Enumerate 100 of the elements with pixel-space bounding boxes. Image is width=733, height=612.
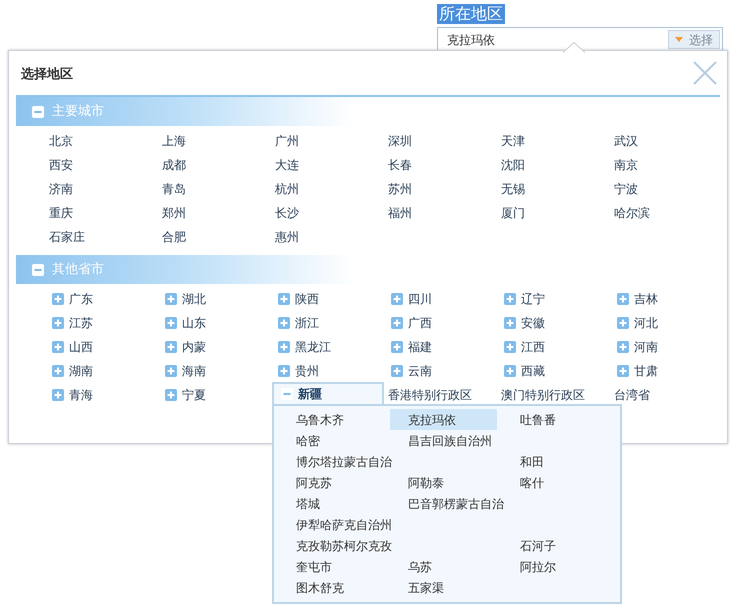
province-item[interactable]: 西藏 <box>504 362 545 380</box>
city-option[interactable]: 奎屯市 <box>296 556 332 577</box>
city-option[interactable]: 哈密 <box>296 430 320 451</box>
city-link[interactable]: 长春 <box>388 156 412 174</box>
city-option[interactable]: 乌鲁木齐 <box>296 409 344 430</box>
city-option[interactable]: 吐鲁番 <box>520 409 556 430</box>
city-link[interactable]: 南京 <box>614 156 638 174</box>
plus-icon <box>165 293 177 305</box>
city-link[interactable]: 深圳 <box>388 132 412 150</box>
city-option[interactable]: 阿勒泰 <box>408 472 444 493</box>
caret-icon <box>675 37 683 42</box>
minus-icon <box>32 264 44 276</box>
plus-icon <box>52 341 64 353</box>
city-link[interactable]: 重庆 <box>49 204 73 222</box>
plus-icon <box>165 341 177 353</box>
province-link[interactable]: 香港特别行政区 <box>388 386 472 404</box>
province-item[interactable]: 浙江 <box>278 314 319 332</box>
city-link[interactable]: 长沙 <box>275 204 299 222</box>
province-item[interactable]: 内蒙 <box>165 338 206 356</box>
province-item[interactable]: 陕西 <box>278 290 319 308</box>
city-link[interactable]: 西安 <box>49 156 73 174</box>
province-item[interactable]: 广西 <box>391 314 432 332</box>
city-link[interactable]: 郑州 <box>162 204 186 222</box>
province-item[interactable]: 海南 <box>165 362 206 380</box>
province-item[interactable]: 四川 <box>391 290 432 308</box>
city-link[interactable]: 北京 <box>49 132 73 150</box>
city-link[interactable]: 沈阳 <box>501 156 525 174</box>
province-item[interactable]: 云南 <box>391 362 432 380</box>
plus-icon <box>165 317 177 329</box>
city-option[interactable]: 图木舒克 <box>296 577 344 598</box>
province-item[interactable]: 宁夏 <box>165 386 206 404</box>
city-option[interactable]: 乌苏 <box>408 556 432 577</box>
city-link[interactable]: 石家庄 <box>49 228 85 246</box>
plus-icon <box>617 317 629 329</box>
city-link[interactable]: 苏州 <box>388 180 412 198</box>
city-link[interactable]: 青岛 <box>162 180 186 198</box>
city-option[interactable]: 塔城 <box>296 493 320 514</box>
city-link[interactable]: 厦门 <box>501 204 525 222</box>
city-link[interactable]: 成都 <box>162 156 186 174</box>
province-item[interactable]: 山东 <box>165 314 206 332</box>
province-item[interactable]: 辽宁 <box>504 290 545 308</box>
province-item[interactable]: 湖北 <box>165 290 206 308</box>
plus-icon <box>165 365 177 377</box>
city-link[interactable]: 福州 <box>388 204 412 222</box>
province-item[interactable]: 河北 <box>617 314 658 332</box>
region-field[interactable]: 克拉玛依 选择 <box>437 27 723 52</box>
city-option[interactable]: 昌吉回族自治州 <box>408 430 492 451</box>
province-item[interactable]: 湖南 <box>52 362 93 380</box>
field-label: 所在地区 <box>437 4 505 24</box>
city-option[interactable]: 阿克苏 <box>296 472 332 493</box>
city-link[interactable]: 惠州 <box>275 228 299 246</box>
city-option[interactable]: 五家渠 <box>408 577 444 598</box>
province-item[interactable]: 江西 <box>504 338 545 356</box>
city-option[interactable]: 克孜勒苏柯尔克孜 <box>296 535 392 556</box>
province-item[interactable]: 安徽 <box>504 314 545 332</box>
city-option[interactable]: 喀什 <box>520 472 544 493</box>
city-link[interactable]: 天津 <box>501 132 525 150</box>
plus-icon <box>165 389 177 401</box>
city-link[interactable]: 济南 <box>49 180 73 198</box>
plus-icon <box>278 293 290 305</box>
city-option[interactable]: 阿拉尔 <box>520 556 556 577</box>
province-item[interactable]: 青海 <box>52 386 93 404</box>
plus-icon <box>617 341 629 353</box>
plus-icon <box>504 365 516 377</box>
province-link[interactable]: 台湾省 <box>614 386 650 404</box>
province-item[interactable]: 河南 <box>617 338 658 356</box>
city-option[interactable]: 伊犁哈萨克自治州 <box>296 514 392 535</box>
city-link[interactable]: 无锡 <box>501 180 525 198</box>
city-option[interactable]: 巴音郭楞蒙古自治 <box>408 493 504 514</box>
province-item[interactable]: 黑龙江 <box>278 338 331 356</box>
city-link[interactable]: 合肥 <box>162 228 186 246</box>
plus-icon <box>278 317 290 329</box>
plus-icon <box>617 293 629 305</box>
province-item[interactable]: 吉林 <box>617 290 658 308</box>
plus-icon <box>617 365 629 377</box>
plus-icon <box>52 293 64 305</box>
province-item[interactable]: 福建 <box>391 338 432 356</box>
city-option[interactable]: 博尔塔拉蒙古自治 <box>296 451 392 472</box>
province-item[interactable]: 江苏 <box>52 314 93 332</box>
city-link[interactable]: 宁波 <box>614 180 638 198</box>
city-option[interactable]: 克拉玛依 <box>390 409 497 430</box>
close-icon[interactable] <box>692 60 718 86</box>
city-link[interactable]: 广州 <box>275 132 299 150</box>
city-link[interactable]: 大连 <box>275 156 299 174</box>
minus-icon <box>32 106 44 118</box>
plus-icon <box>52 317 64 329</box>
province-link[interactable]: 澳门特别行政区 <box>501 386 585 404</box>
city-option[interactable]: 石河子 <box>520 535 556 556</box>
plus-icon <box>52 389 64 401</box>
province-item[interactable]: 贵州 <box>278 362 319 380</box>
city-link[interactable]: 上海 <box>162 132 186 150</box>
province-item[interactable]: 甘肃 <box>617 362 658 380</box>
city-link[interactable]: 武汉 <box>614 132 638 150</box>
province-item[interactable]: 广东 <box>52 290 93 308</box>
province-item[interactable]: 山西 <box>52 338 93 356</box>
plus-icon <box>391 293 403 305</box>
city-option[interactable]: 和田 <box>520 451 544 472</box>
city-link[interactable]: 杭州 <box>275 180 299 198</box>
province-tab[interactable]: 新疆 <box>272 382 384 404</box>
city-link[interactable]: 哈尔滨 <box>614 204 650 222</box>
